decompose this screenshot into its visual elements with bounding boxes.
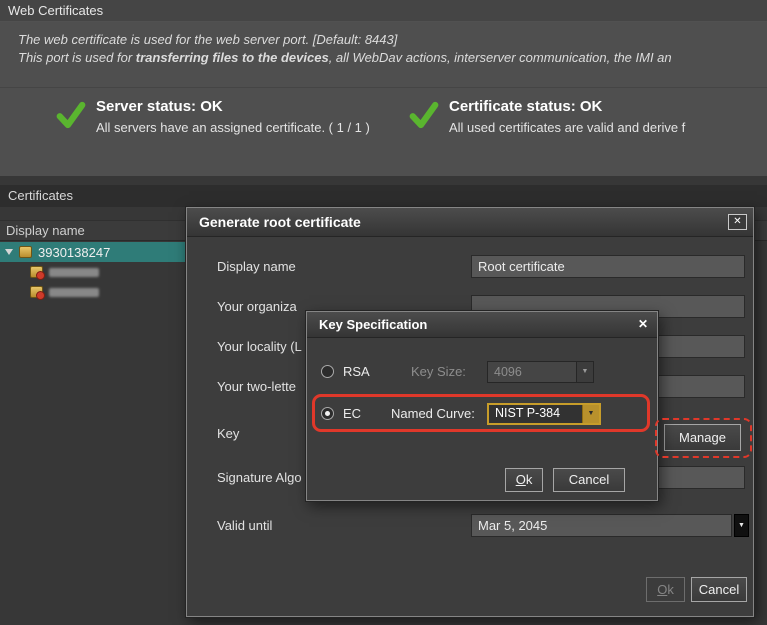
server-ok-check-icon bbox=[55, 100, 87, 130]
annotation-manage-highlight bbox=[655, 418, 752, 458]
country-label: Your two-lette bbox=[217, 375, 296, 399]
valid-until-dropdown-button[interactable]: ▼ bbox=[734, 514, 749, 537]
rsa-radio-label: RSA bbox=[343, 361, 370, 383]
page-title: Web Certificates bbox=[8, 3, 103, 18]
certificate-status-detail: All used certificates are valid and deri… bbox=[449, 120, 685, 135]
valid-until-input[interactable]: Mar 5, 2045 bbox=[471, 514, 732, 537]
locality-label: Your locality (L bbox=[217, 335, 302, 359]
chevron-down-icon: ▼ bbox=[738, 522, 745, 529]
valid-until-label: Valid until bbox=[217, 514, 272, 538]
key-label: Key bbox=[217, 422, 239, 446]
certificates-section-title: Certificates bbox=[8, 188, 73, 203]
display-name-input[interactable]: Root certificate bbox=[471, 255, 745, 278]
certificate-status-title: Certificate status: OK bbox=[449, 98, 685, 115]
certificate-icon bbox=[30, 266, 43, 278]
cancel-button[interactable]: Cancel bbox=[691, 577, 747, 602]
info-panel: The web certificate is used for the web … bbox=[0, 22, 767, 88]
server-status-detail: All servers have an assigned certificate… bbox=[96, 120, 370, 135]
expander-icon[interactable] bbox=[5, 249, 13, 255]
display-name-row: Display name Root certificate bbox=[187, 255, 753, 281]
server-status: Server status: OK All servers have an as… bbox=[55, 98, 370, 135]
info-line-2: This port is used for transferring files… bbox=[18, 49, 767, 67]
window-titlebar: Web Certificates bbox=[0, 0, 767, 22]
annotation-ec-highlight bbox=[312, 394, 650, 432]
signature-algorithm-label: Signature Algo bbox=[217, 466, 302, 490]
close-icon[interactable]: ✕ bbox=[728, 214, 747, 230]
tree-item-root-label: 3930138247 bbox=[38, 245, 110, 260]
server-status-title: Server status: OK bbox=[96, 98, 370, 115]
dialog-titlebar: Key Specification ✕ bbox=[307, 312, 657, 338]
redacted-label bbox=[49, 268, 99, 277]
redacted-label bbox=[49, 288, 99, 297]
certificate-icon bbox=[19, 246, 32, 258]
key-size-select[interactable]: 4096 ▼ bbox=[487, 361, 594, 383]
dialog-titlebar: Generate root certificate ✕ bbox=[187, 208, 753, 237]
key-size-label: Key Size: bbox=[411, 361, 466, 383]
ok-button[interactable]: Ok bbox=[505, 468, 543, 492]
certificate-status: Certificate status: OK All used certific… bbox=[408, 98, 685, 135]
chevron-down-icon: ▼ bbox=[576, 362, 593, 382]
display-name-label: Display name bbox=[217, 255, 296, 279]
dialog-title: Generate root certificate bbox=[199, 214, 361, 230]
valid-until-row: Valid until Mar 5, 2045 ▼ bbox=[187, 514, 753, 540]
cancel-button[interactable]: Cancel bbox=[553, 468, 625, 492]
info-line-1: The web certificate is used for the web … bbox=[18, 31, 767, 49]
rsa-row: RSA Key Size: 4096 ▼ bbox=[307, 361, 657, 383]
web-certificates-screen: Web Certificates The web certificate is … bbox=[0, 0, 767, 625]
certificate-icon bbox=[30, 286, 43, 298]
dialog-title: Key Specification bbox=[319, 317, 427, 332]
status-panel: Server status: OK All servers have an as… bbox=[0, 88, 767, 176]
close-icon[interactable]: ✕ bbox=[638, 316, 648, 332]
ok-button[interactable]: Ok bbox=[646, 577, 685, 602]
certificates-section-header: Certificates bbox=[0, 185, 767, 207]
organization-label: Your organiza bbox=[217, 295, 297, 319]
certificate-ok-check-icon bbox=[408, 100, 440, 130]
rsa-radio[interactable] bbox=[321, 365, 334, 378]
